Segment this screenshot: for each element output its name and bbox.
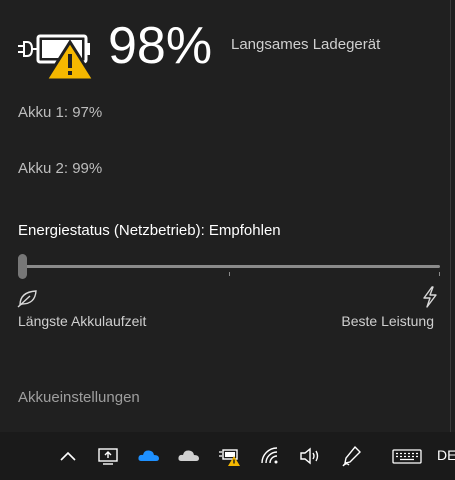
slider-tick bbox=[229, 272, 230, 276]
taskbar: DE bbox=[0, 432, 455, 480]
battery-flyout: 98% Langsames Ladegerät Akku 1: 97% Akku… bbox=[0, 0, 451, 432]
lightning-bolt-icon bbox=[420, 286, 440, 308]
onedrive-blue-cloud-icon[interactable] bbox=[137, 444, 161, 468]
volume-icon[interactable] bbox=[298, 444, 322, 468]
keyboard-icon[interactable] bbox=[392, 444, 422, 468]
longest-battery-label: Längste Akkulaufzeit bbox=[18, 313, 147, 329]
input-language-indicator[interactable]: DE bbox=[437, 447, 455, 463]
slider-track[interactable] bbox=[18, 265, 440, 268]
akku-2-status: Akku 2: 99% bbox=[18, 160, 103, 177]
battery-warning-icon bbox=[16, 24, 97, 82]
charger-status-label: Langsames Ladegerät bbox=[231, 36, 381, 53]
akku-1-status: Akku 1: 97% bbox=[18, 104, 103, 121]
leaf-icon bbox=[17, 288, 39, 308]
power-mode-title: Energiestatus (Netzbetrieb): Empfohlen bbox=[18, 222, 281, 239]
battery-settings-link[interactable]: Akkueinstellungen bbox=[18, 389, 140, 406]
power-mode-slider[interactable] bbox=[18, 254, 440, 280]
battery-percent: 98% bbox=[108, 17, 213, 75]
display-projection-icon[interactable] bbox=[96, 444, 120, 468]
onedrive-grey-cloud-icon[interactable] bbox=[177, 444, 201, 468]
chevron-up-icon[interactable] bbox=[56, 444, 80, 468]
best-performance-label: Beste Leistung bbox=[341, 313, 434, 329]
slider-thumb[interactable] bbox=[18, 254, 27, 279]
pen-icon[interactable] bbox=[340, 444, 364, 468]
battery-warning-icon[interactable] bbox=[218, 444, 242, 468]
slider-tick bbox=[439, 272, 440, 276]
wifi-icon[interactable] bbox=[258, 444, 282, 468]
